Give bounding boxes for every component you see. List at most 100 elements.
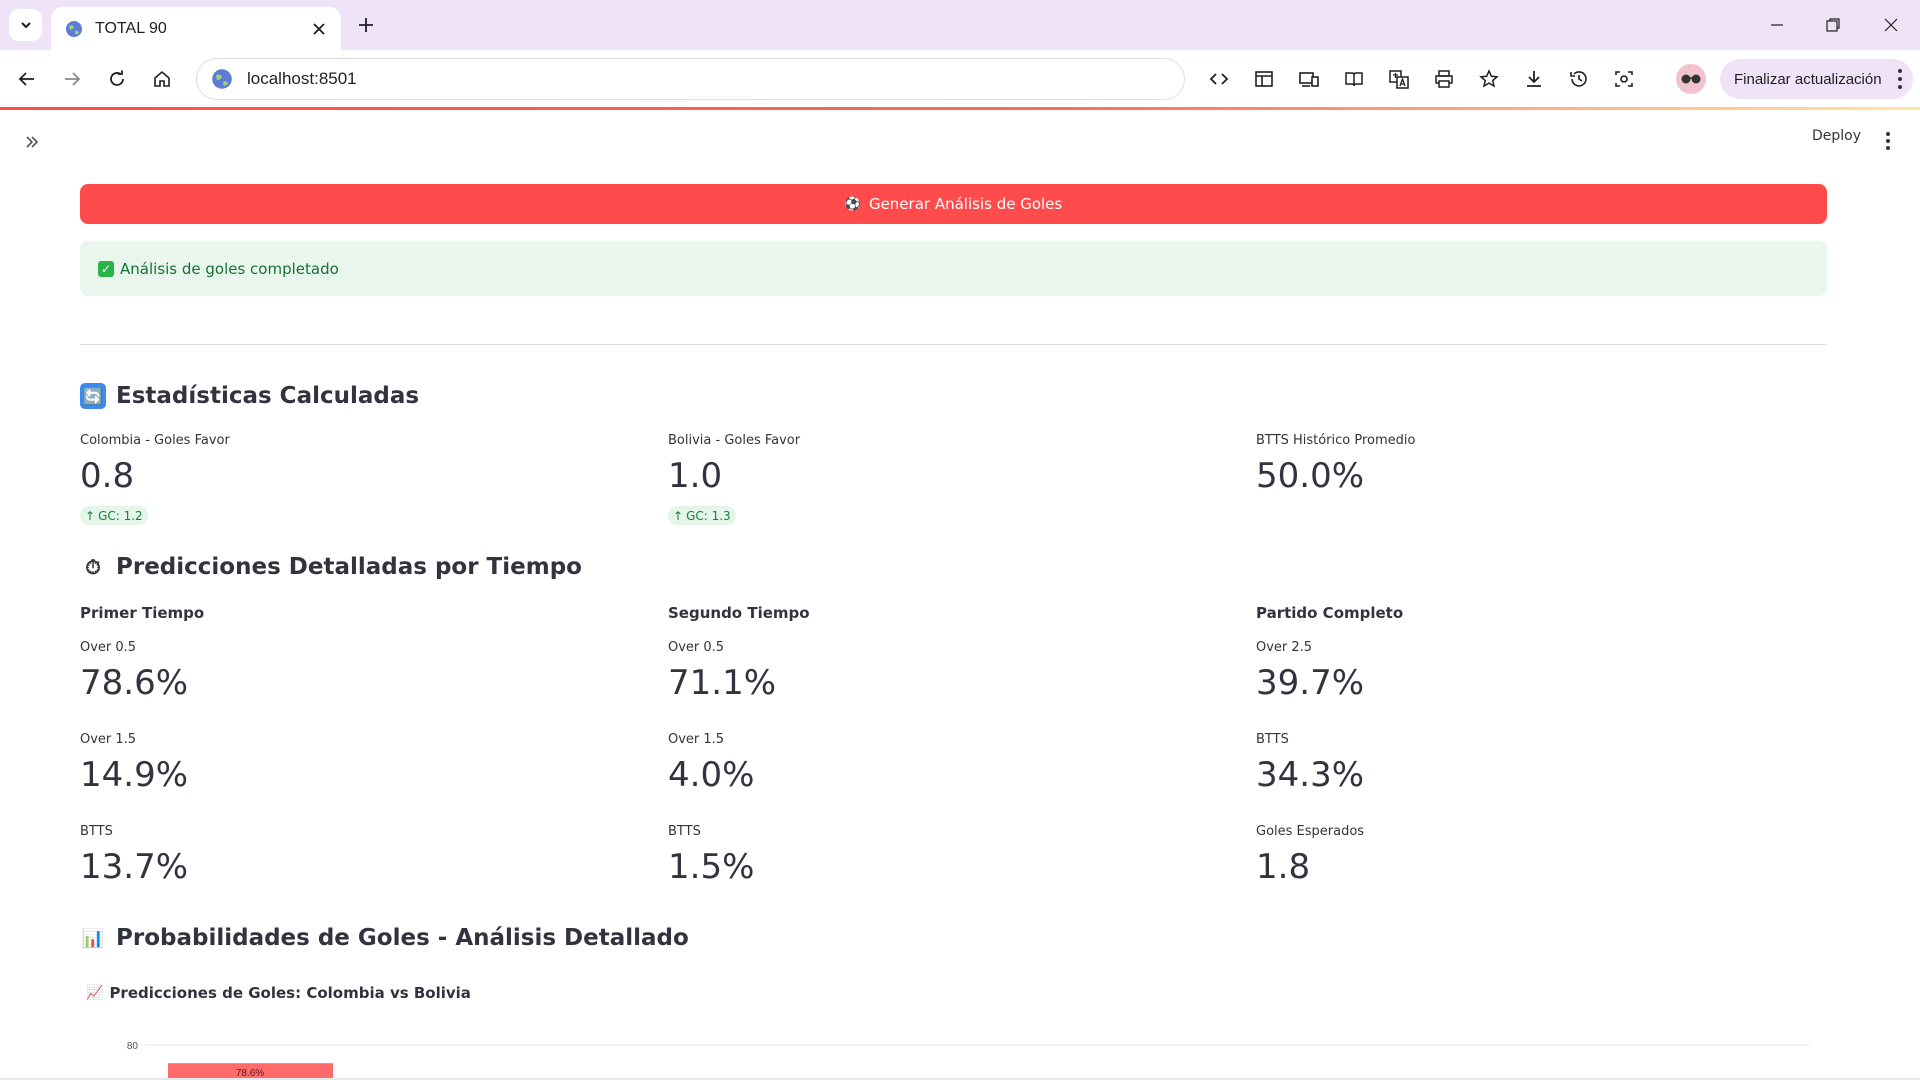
forward-button[interactable]	[55, 62, 89, 96]
metric-delta: ↑ GC: 1.2	[80, 506, 148, 525]
full-match-column: Partido Completo Over 2.5 39.7% BTTS 34.…	[1256, 604, 1816, 887]
view-source-button[interactable]	[1202, 62, 1236, 96]
translate-button[interactable]	[1382, 62, 1416, 96]
arrow-up-icon: ↑	[85, 508, 96, 523]
success-message: Análisis de goles completado	[120, 259, 339, 278]
refresh-icon: 🔄	[80, 383, 106, 409]
reader-mode-button[interactable]	[1337, 62, 1371, 96]
arrow-left-icon	[18, 72, 34, 86]
back-button[interactable]	[10, 62, 44, 96]
column-heading: Partido Completo	[1256, 604, 1404, 622]
column-heading: Segundo Tiempo	[668, 604, 810, 622]
bookmark-button[interactable]	[1472, 62, 1506, 96]
chart-title: 📈 Predicciones de Goles: Colombia vs Bol…	[86, 984, 471, 1002]
camera-icon	[1615, 71, 1633, 87]
browser-tab-bar: TOTAL 90	[0, 0, 1920, 50]
metric: BTTS 13.7%	[80, 824, 188, 887]
predictions-title-text: Predicciones Detalladas por Tiempo	[116, 554, 582, 580]
minimize-button[interactable]	[1760, 8, 1794, 42]
devices-button[interactable]	[1292, 62, 1326, 96]
metric-delta: ↑ GC: 1.3	[668, 506, 736, 525]
metric-label: Colombia - Goles Favor	[80, 433, 230, 448]
table-layout-icon	[1255, 71, 1273, 87]
restore-icon	[1826, 18, 1840, 32]
url-text: localhost:8501	[247, 69, 357, 88]
expand-sidebar-button[interactable]	[18, 128, 46, 156]
metric-value: 4.0%	[668, 755, 755, 795]
history-button[interactable]	[1562, 62, 1596, 96]
predictions-section-title: ⏱ Predicciones Detalladas por Tiempo	[80, 554, 582, 580]
reload-button[interactable]	[100, 62, 134, 96]
close-window-button[interactable]	[1874, 8, 1908, 42]
main-menu-button[interactable]	[1878, 129, 1898, 153]
success-alert: ✓ Análisis de goles completado	[80, 241, 1827, 296]
restore-button[interactable]	[1816, 8, 1850, 42]
metric-label: Over 0.5	[80, 640, 137, 655]
deploy-button[interactable]: Deploy	[1812, 128, 1861, 144]
close-icon	[313, 22, 325, 35]
metric: BTTS 34.3%	[1256, 732, 1364, 795]
stats-section-title: 🔄 Estadísticas Calculadas	[80, 383, 419, 409]
arrow-right-icon	[65, 72, 81, 86]
metric-label: Over 1.5	[668, 732, 725, 747]
metric-value: 1.0	[668, 456, 723, 496]
stats-title-text: Estadísticas Calculadas	[116, 383, 420, 409]
metric: BTTS 1.5%	[668, 824, 754, 887]
metric-label: Over 2.5	[1256, 640, 1313, 655]
probabilities-section-title: 📊 Probabilidades de Goles - Análisis Det…	[80, 925, 689, 951]
history-icon	[1570, 71, 1587, 87]
devices-icon	[1299, 72, 1319, 87]
metric-bolivia-goals: Bolivia - Goles Favor 1.0 ↑ GC: 1.3	[668, 433, 1228, 525]
metric: Over 0.5 78.6%	[80, 640, 188, 703]
address-bar[interactable]: localhost:8501	[196, 58, 1185, 100]
chevron-down-icon	[20, 22, 31, 29]
book-icon	[1345, 72, 1363, 87]
tab-layout-button[interactable]	[1247, 62, 1281, 96]
printer-icon	[1435, 70, 1453, 88]
column-heading: Primer Tiempo	[80, 604, 205, 622]
metric: Over 1.5 4.0%	[668, 732, 754, 795]
metric-label: BTTS	[1256, 732, 1289, 747]
metric-label: BTTS	[668, 824, 701, 839]
update-button-label: Finalizar actualización	[1734, 70, 1882, 88]
chart-trend-icon: 📈	[86, 985, 104, 1001]
y-tick-label: 80	[127, 1041, 139, 1052]
metric-value: 14.9%	[80, 755, 189, 795]
home-button[interactable]	[145, 62, 179, 96]
metric-value: 78.6%	[80, 663, 189, 703]
profile-avatar[interactable]	[1676, 64, 1706, 94]
globe-icon	[66, 20, 82, 37]
probabilities-title-text: Probabilidades de Goles - Análisis Detal…	[116, 925, 689, 951]
metric-value: 1.8	[1256, 847, 1311, 887]
sunglasses-icon	[1681, 74, 1701, 84]
downloads-button[interactable]	[1517, 62, 1551, 96]
arrow-up-icon: ↑	[673, 508, 684, 523]
second-half-column: Segundo Tiempo Over 0.5 71.1% Over 1.5 4…	[668, 604, 1228, 887]
metric-value: 1.5%	[668, 847, 755, 887]
goals-bar-chart: 80 78.6%	[127, 1041, 1810, 1080]
bar-chart-icon: 📊	[81, 927, 105, 949]
close-tab-button[interactable]	[305, 15, 333, 43]
browser-tab[interactable]: TOTAL 90	[51, 7, 341, 50]
tab-title: TOTAL 90	[95, 19, 167, 37]
tab-list-button[interactable]	[9, 9, 42, 41]
delta-text: GC: 1.3	[686, 508, 731, 523]
screenshot-button[interactable]	[1607, 62, 1641, 96]
first-half-column: Primer Tiempo Over 0.5 78.6% Over 1.5 14…	[80, 604, 640, 887]
metric-colombia-goals: Colombia - Goles Favor 0.8 ↑ GC: 1.2	[80, 433, 640, 525]
generate-button-label: Generar Análisis de Goles	[868, 195, 1063, 213]
print-button[interactable]	[1427, 62, 1461, 96]
code-icon	[1209, 73, 1229, 85]
metric: Goles Esperados 1.8	[1256, 824, 1364, 887]
metric-btts-historic: BTTS Histórico Promedio 50.0%	[1256, 433, 1816, 496]
new-tab-button[interactable]	[351, 10, 381, 40]
soccer-ball-icon: ⚽	[844, 196, 861, 212]
generate-analysis-button[interactable]: ⚽ Generar Análisis de Goles	[80, 184, 1827, 224]
streamlit-app: Deploy ⚽ Generar Análisis de Goles ✓ Aná…	[0, 110, 1920, 1080]
metric-label: BTTS	[80, 824, 113, 839]
divider	[80, 344, 1827, 345]
stopwatch-icon: ⏱	[85, 555, 101, 579]
metric-value: 71.1%	[668, 663, 777, 703]
finish-update-button[interactable]: Finalizar actualización	[1720, 59, 1913, 99]
metric: Over 2.5 39.7%	[1256, 640, 1364, 703]
